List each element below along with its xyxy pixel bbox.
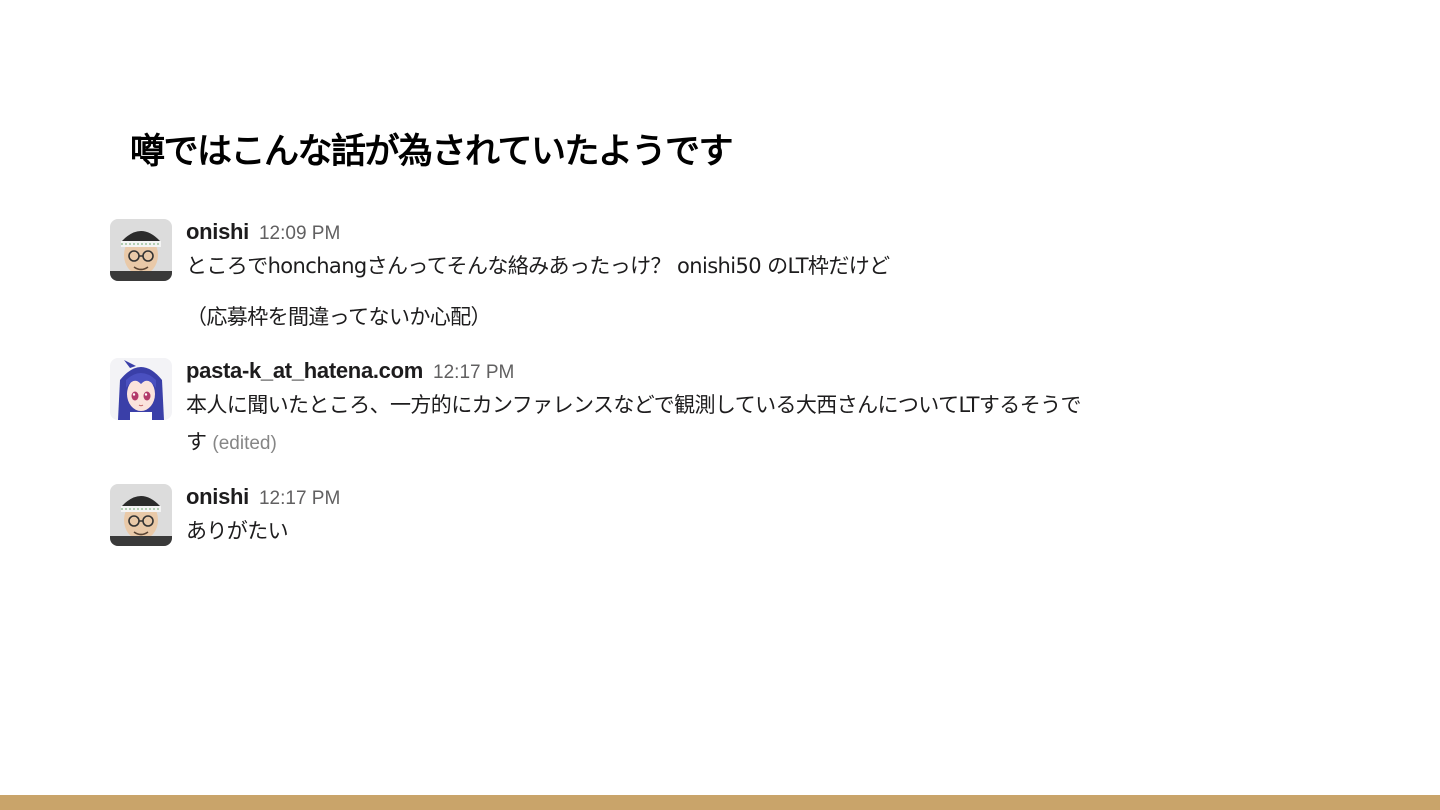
timestamp[interactable]: 12:09 PM	[259, 223, 340, 244]
username[interactable]: pasta-k_at_hatena.com	[186, 358, 423, 383]
message-body: onishi 12:17 PM ありがたい	[186, 481, 1326, 550]
message-body: onishi 12:09 PM ところでhonchangさんってそんな絡みあったっ…	[186, 216, 1326, 336]
message-header: onishi 12:17 PM	[186, 481, 1326, 513]
user-avatar[interactable]	[110, 484, 172, 546]
message-header: pasta-k_at_hatena.com 12:17 PM	[186, 355, 1326, 387]
person-with-headband-avatar-icon	[110, 219, 172, 281]
message-text-tail: す	[186, 430, 207, 454]
person-with-headband-avatar-icon	[110, 484, 172, 546]
message-text-continued: す (edited)	[186, 424, 1326, 462]
message-text: 本人に聞いたところ、一方的にカンファレンスなどで観測している大西さんについてLT…	[186, 393, 1082, 417]
username[interactable]: onishi	[186, 484, 249, 509]
message-body: pasta-k_at_hatena.com 12:17 PM 本人に聞いたところ、…	[186, 355, 1326, 462]
timestamp[interactable]: 12:17 PM	[259, 488, 340, 509]
user-avatar[interactable]	[110, 358, 172, 420]
footer-bar	[0, 795, 1440, 810]
message-text: （応募枠を間違ってないか心配）	[186, 305, 492, 329]
user-avatar[interactable]	[110, 219, 172, 281]
message-header: onishi 12:09 PM	[186, 216, 1326, 248]
edited-label: (edited)	[212, 433, 277, 454]
message-text: ありがたい	[186, 519, 289, 543]
timestamp[interactable]: 12:17 PM	[433, 362, 514, 383]
username[interactable]: onishi	[186, 219, 249, 244]
anime-character-avatar-icon	[110, 358, 172, 420]
message-text: ところでhonchangさんってそんな絡みあったっけ？ onishi50 のLT…	[186, 254, 890, 278]
slide-title: 噂ではこんな話が為されていたようです	[130, 132, 733, 172]
